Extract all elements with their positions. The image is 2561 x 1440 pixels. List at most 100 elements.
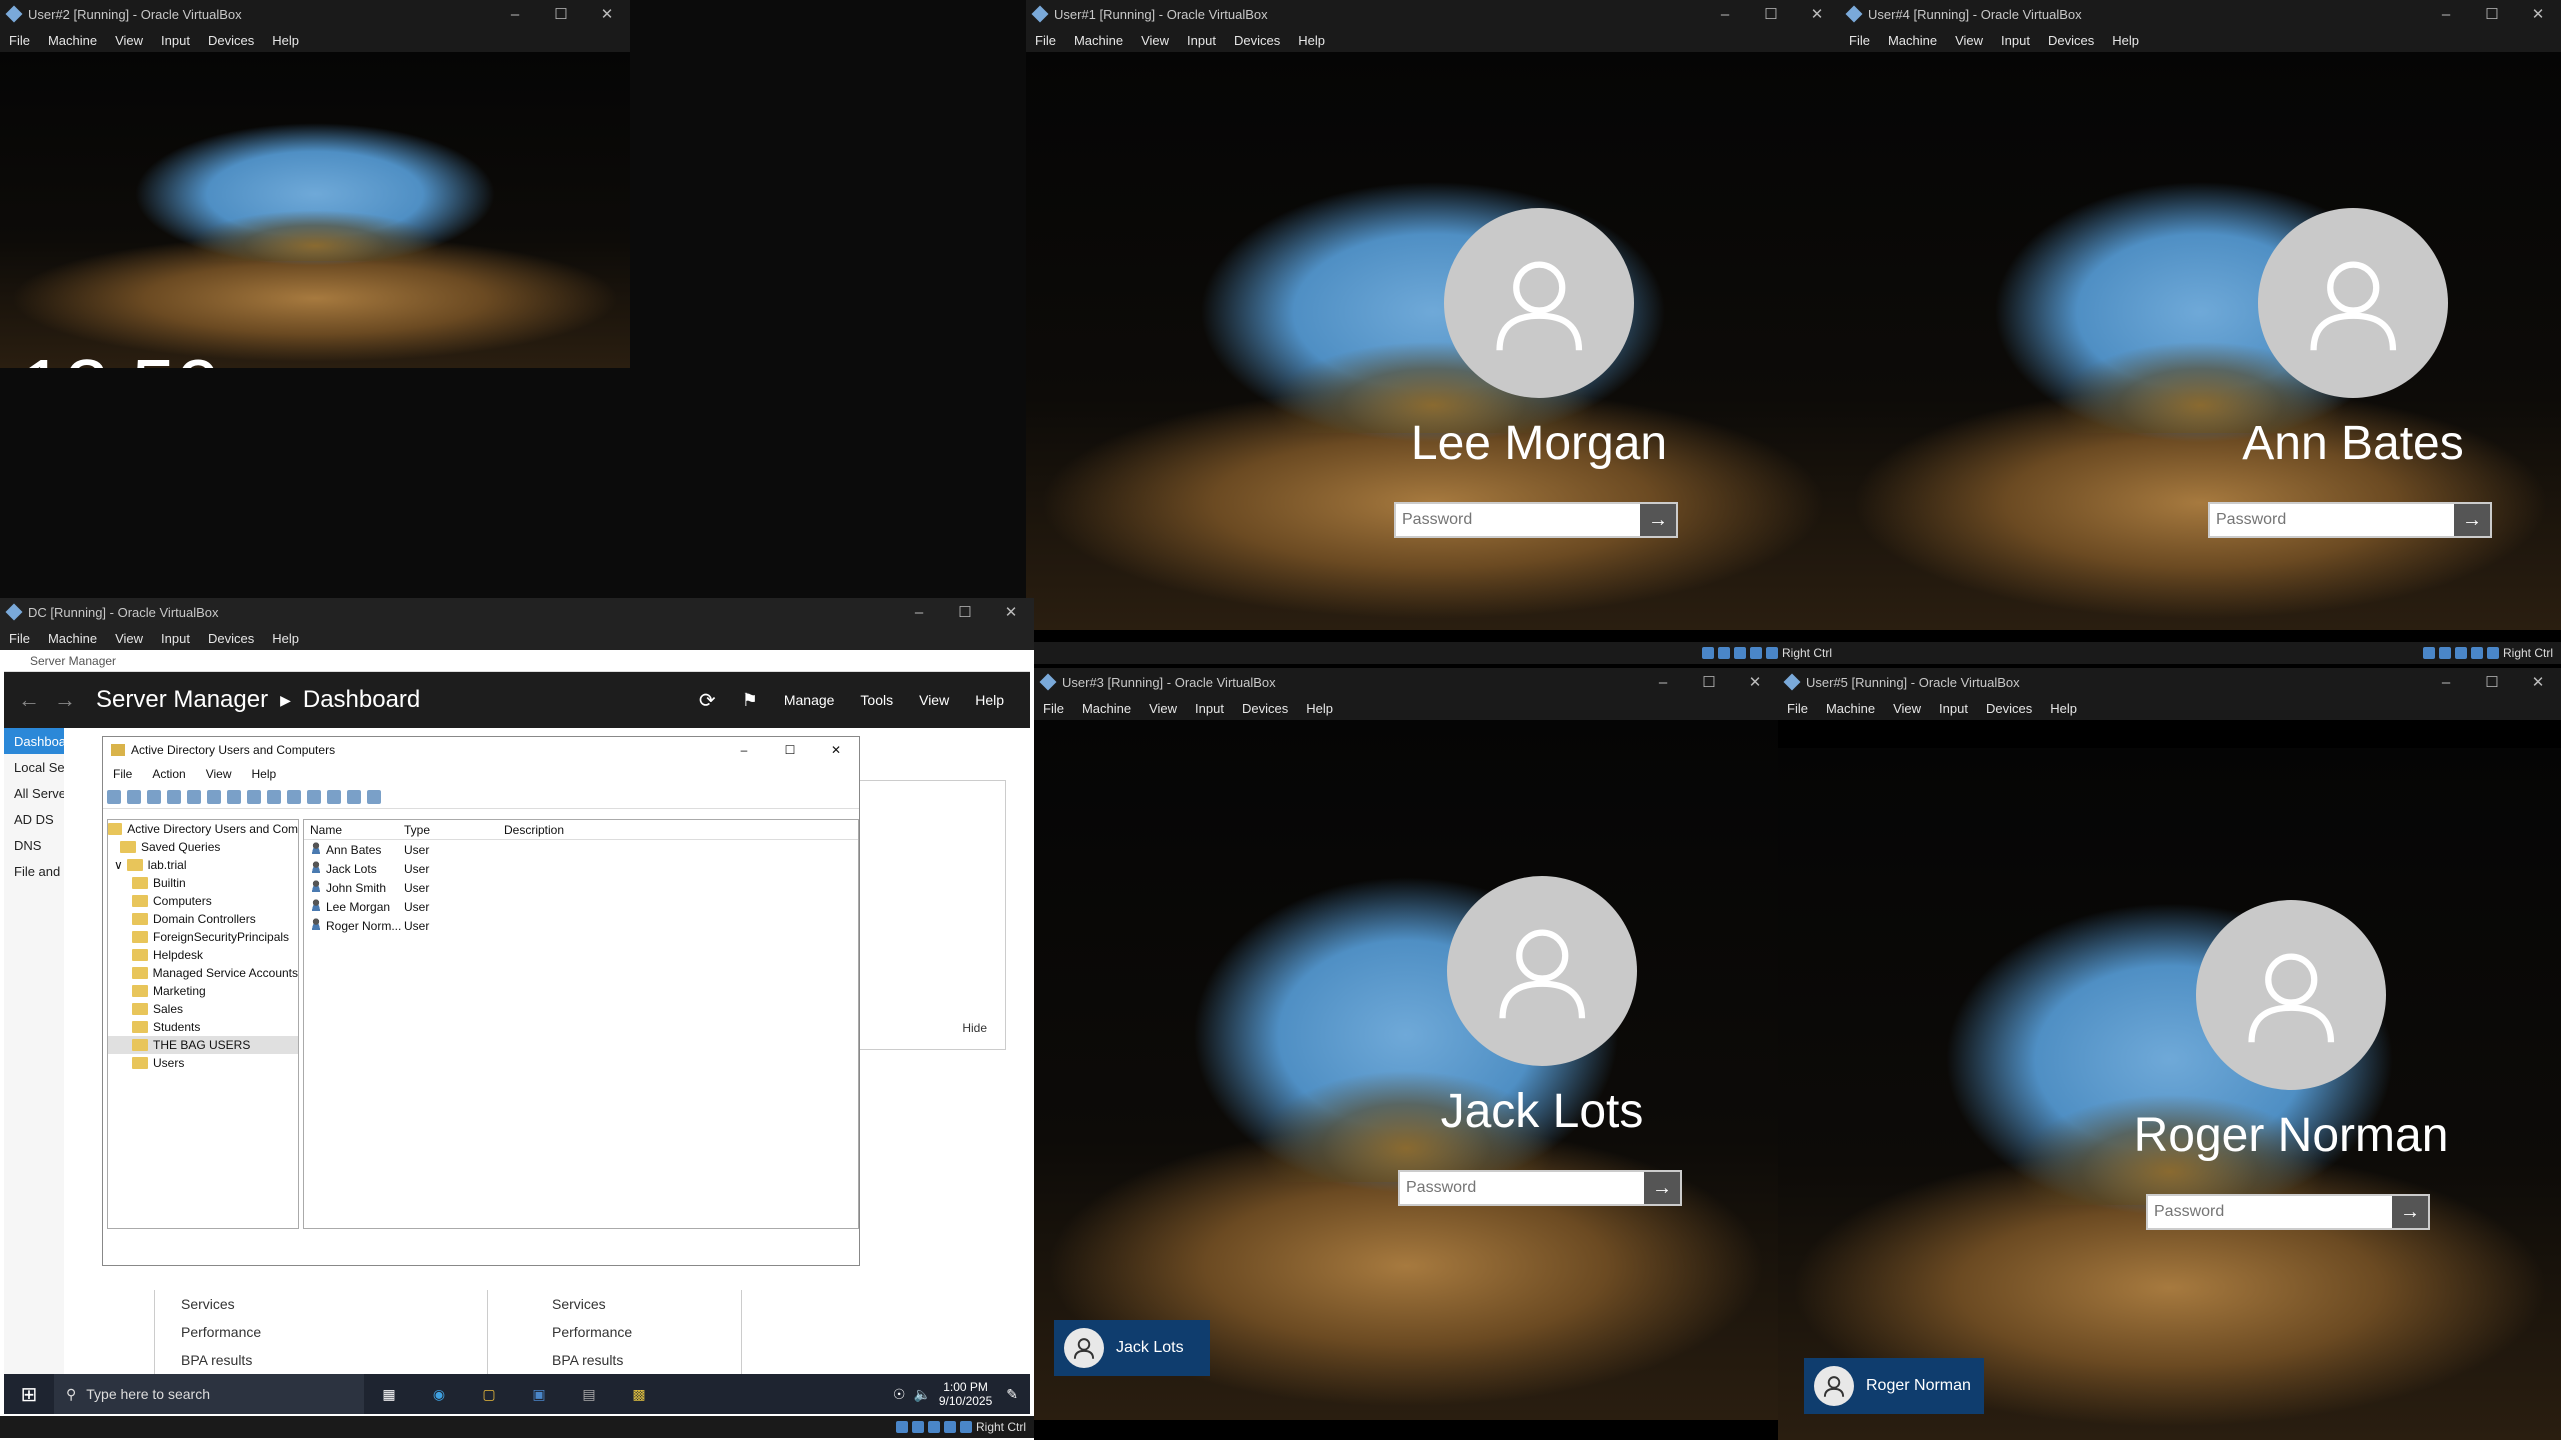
flag-icon[interactable]: ⚑	[742, 690, 758, 711]
menu-file[interactable]: File	[1034, 701, 1073, 716]
menu-machine[interactable]: Machine	[1817, 701, 1884, 716]
tile-bpa-results[interactable]: BPA results	[488, 1346, 741, 1374]
maximize-button[interactable]: ☐	[2469, 0, 2515, 28]
edge-icon[interactable]: ◉	[414, 1386, 464, 1403]
tree-ou[interactable]: Builtin	[108, 874, 298, 892]
menu-machine[interactable]: Machine	[39, 631, 106, 646]
aduc-taskbar-icon[interactable]: ▤	[564, 1386, 614, 1403]
menu-input[interactable]: Input	[152, 631, 199, 646]
vm-screen[interactable]: Ann Bates →	[1840, 52, 2561, 630]
find-icon[interactable]	[367, 789, 381, 804]
submit-arrow-icon[interactable]: →	[2392, 1196, 2428, 1228]
vm-screen[interactable]: 12:50	[0, 52, 630, 368]
menu-file[interactable]: File	[1840, 33, 1879, 48]
vm-window-dc[interactable]: DC [Running] - Oracle VirtualBox – ☐ ✕ Fil…	[0, 598, 1034, 1440]
minimize-button[interactable]: –	[492, 0, 538, 28]
menu-input[interactable]: Input	[1930, 701, 1977, 716]
menu-file[interactable]: File	[0, 631, 39, 646]
close-button[interactable]: ✕	[813, 743, 859, 757]
aduc-window[interactable]: Active Directory Users and Computers – ☐…	[102, 736, 860, 1266]
back-icon[interactable]	[107, 789, 121, 804]
menu-help[interactable]: Help	[1289, 33, 1334, 48]
menu-view[interactable]: View	[1946, 33, 1992, 48]
vm-screen[interactable]: Jack Lots → Jack Lots	[1034, 720, 1778, 1420]
menu-view[interactable]: View	[196, 767, 242, 781]
title-bar[interactable]: User#3 [Running] - Oracle VirtualBox – ☐ ✕	[1034, 668, 1778, 696]
delete-icon[interactable]	[187, 789, 201, 804]
server-manager-window[interactable]: Server Manager ← → Server Manager ▶ Dash…	[4, 650, 1030, 1390]
menu-devices[interactable]: Devices	[1225, 33, 1289, 48]
tree-ou[interactable]: Helpdesk	[108, 946, 298, 964]
windows-start-icon[interactable]: ⊞	[4, 1382, 54, 1407]
table-row[interactable]: Ann Bates User	[304, 840, 858, 859]
tree-ou[interactable]: Marketing	[108, 982, 298, 1000]
vm-screen[interactable]: Lee Morgan →	[1026, 52, 1840, 630]
hide-link[interactable]: Hide	[962, 1021, 987, 1035]
close-button[interactable]: ✕	[2515, 0, 2561, 28]
sidebar-item-dashboard[interactable]: Dashboard	[4, 728, 64, 754]
minimize-button[interactable]: –	[1702, 0, 1748, 28]
tree-saved-queries[interactable]: Saved Queries	[108, 838, 298, 856]
menu-action[interactable]: Action	[142, 767, 195, 781]
notifications-icon[interactable]: ✎	[1006, 1386, 1018, 1403]
tile-services[interactable]: Services	[155, 1290, 487, 1318]
new-group-icon[interactable]	[307, 789, 321, 804]
tile-bpa-results[interactable]: BPA results	[155, 1346, 487, 1374]
user-switch-tile[interactable]: Roger Norman	[1804, 1358, 1984, 1414]
close-button[interactable]: ✕	[1794, 0, 1840, 28]
menu-view[interactable]: View	[919, 692, 949, 708]
vm-window-user3[interactable]: User#3 [Running] - Oracle VirtualBox – ☐ ✕…	[1034, 668, 1778, 1440]
close-button[interactable]: ✕	[2515, 668, 2561, 696]
minimize-button[interactable]: –	[721, 743, 767, 757]
menu-help[interactable]: Help	[263, 631, 308, 646]
close-button[interactable]: ✕	[1732, 668, 1778, 696]
properties-icon[interactable]	[207, 789, 221, 804]
network-icon[interactable]: ☉	[893, 1386, 906, 1403]
tree-ou[interactable]: Managed Service Accounts	[108, 964, 298, 982]
vm-window-user5[interactable]: User#5 [Running] - Oracle VirtualBox – ☐ ✕…	[1778, 668, 2561, 1440]
password-input[interactable]	[2210, 504, 2454, 536]
menu-file[interactable]: File	[1026, 33, 1065, 48]
menu-help[interactable]: Help	[1297, 701, 1342, 716]
sidebar-item-all-servers[interactable]: All Servers	[4, 780, 64, 806]
show-tree-icon[interactable]	[167, 789, 181, 804]
menu-input[interactable]: Input	[1186, 701, 1233, 716]
maximize-button[interactable]: ☐	[942, 598, 988, 626]
help-icon[interactable]	[267, 789, 281, 804]
password-input[interactable]	[1396, 504, 1640, 536]
minimize-button[interactable]: –	[1640, 668, 1686, 696]
column-description[interactable]: Description	[504, 823, 654, 837]
filter-icon[interactable]	[347, 789, 361, 804]
close-button[interactable]: ✕	[584, 0, 630, 28]
new-ou-icon[interactable]	[327, 789, 341, 804]
tree-domain[interactable]: ∨ lab.trial	[108, 856, 298, 874]
menu-help[interactable]: Help	[242, 767, 287, 781]
maximize-button[interactable]: ☐	[1748, 0, 1794, 28]
menu-view[interactable]: View	[1132, 33, 1178, 48]
menu-help[interactable]: Help	[263, 33, 308, 48]
menu-view[interactable]: View	[1140, 701, 1186, 716]
submit-arrow-icon[interactable]: →	[1640, 504, 1676, 536]
title-bar[interactable]: User#4 [Running] - Oracle VirtualBox – ☐ ✕	[1840, 0, 2561, 28]
menu-machine[interactable]: Machine	[39, 33, 106, 48]
submit-arrow-icon[interactable]: →	[2454, 504, 2490, 536]
tree-ou[interactable]: Domain Controllers	[108, 910, 298, 928]
menu-devices[interactable]: Devices	[1977, 701, 2041, 716]
minimize-button[interactable]: –	[2423, 668, 2469, 696]
volume-icon[interactable]: 🔈	[913, 1386, 930, 1403]
title-bar[interactable]: User#1 [Running] - Oracle VirtualBox – ☐ ✕	[1026, 0, 1840, 28]
forward-icon[interactable]	[127, 789, 141, 804]
sidebar-item-dns[interactable]: DNS	[4, 832, 64, 858]
sidebar-item-local-server[interactable]: Local Server	[4, 754, 64, 780]
vm-window-user2[interactable]: User#2 [Running] - Oracle VirtualBox – ☐ ✕…	[0, 0, 630, 368]
up-icon[interactable]	[147, 789, 161, 804]
server-manager-titlebar[interactable]: Server Manager	[4, 650, 1030, 672]
menu-devices[interactable]: Devices	[199, 631, 263, 646]
new-user-icon[interactable]	[287, 789, 301, 804]
aduc-titlebar[interactable]: Active Directory Users and Computers – ☐…	[103, 737, 859, 763]
tree-ou[interactable]: Students	[108, 1018, 298, 1036]
tree-ou[interactable]: Computers	[108, 892, 298, 910]
menu-help[interactable]: Help	[2041, 701, 2086, 716]
file-explorer-icon[interactable]: ▢	[464, 1386, 514, 1403]
tree-ou[interactable]: ForeignSecurityPrincipals	[108, 928, 298, 946]
